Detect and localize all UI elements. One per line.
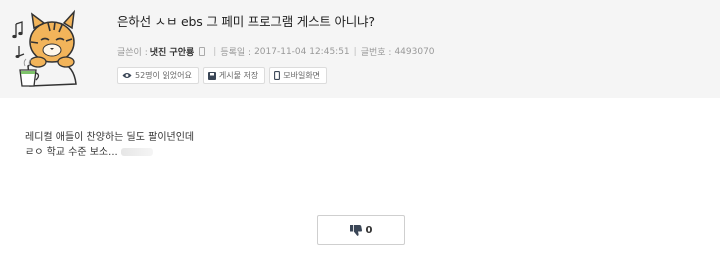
mobile-view-button[interactable]: 모바일화면	[269, 67, 328, 84]
post-body-line-row: ㄹㅇ 학교 수준 보소...	[25, 145, 194, 160]
meta-divider: |	[353, 46, 357, 57]
post-body-line: ㄹㅇ 학교 수준 보소...	[25, 147, 118, 158]
mobile-author-icon	[199, 47, 206, 56]
post-title: 은하선 ㅅㅂ ebs 그 페미 프로그램 게스트 아니냐?	[117, 14, 375, 29]
author-label: 글쓴이 :	[117, 48, 148, 58]
post-header: 은하선 ㅅㅂ ebs 그 페미 프로그램 게스트 아니냐? 글쓴이 : 냇진 구…	[0, 0, 720, 98]
dislike-button[interactable]: 0	[317, 215, 405, 245]
avatar	[12, 9, 77, 87]
post-id: 4493070	[394, 46, 435, 57]
save-icon	[207, 71, 216, 80]
post-body: 레디컬 애들이 찬양하는 딜도 팔이년인데 ㄹㅇ 학교 수준 보소...	[25, 130, 194, 160]
redacted-text	[120, 148, 153, 156]
post-id-label: 글번호 :	[360, 48, 392, 58]
view-count-button[interactable]: 52명이 읽었어요	[117, 67, 199, 84]
author-name[interactable]: 냇진 구안룡	[150, 45, 195, 58]
mobile-icon	[274, 71, 281, 80]
post-meta: 글쓴이 : 냇진 구안룡 | 등록일 : 2017-11-04 12:45:51…	[117, 45, 435, 59]
date-label: 등록일 :	[220, 48, 252, 58]
save-post-label: 게시물 저장	[218, 71, 259, 80]
post-actions: 52명이 읽었어요 게시물 저장 모바일화면	[117, 67, 328, 84]
save-post-button[interactable]: 게시물 저장	[202, 67, 266, 84]
post-date: 2017-11-04 12:45:51	[254, 46, 350, 57]
mobile-view-label: 모바일화면	[283, 71, 321, 80]
view-count-label: 52명이 읽었어요	[135, 71, 192, 80]
meta-divider: |	[213, 46, 217, 57]
eye-icon	[122, 72, 132, 79]
dislike-count: 0	[365, 224, 373, 236]
post-body-line: 레디컬 애들이 찬양하는 딜도 팔이년인데	[25, 132, 195, 143]
thumbs-down-icon	[349, 224, 362, 236]
